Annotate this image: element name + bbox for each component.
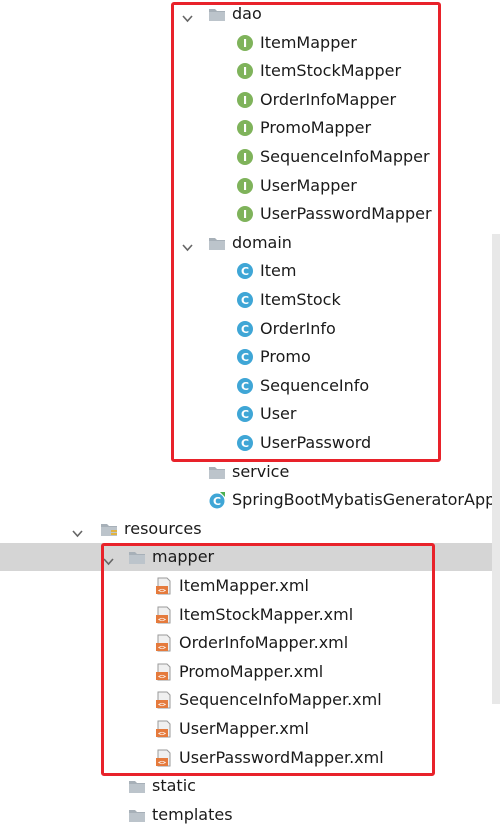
spring-boot-class-icon: C (208, 491, 226, 509)
tree-item-label: static (152, 776, 196, 796)
folder-icon (128, 779, 146, 794)
tree-item-static[interactable]: static (0, 772, 500, 800)
svg-text:C: C (213, 495, 221, 508)
tree-item-resources[interactable]: resources (0, 515, 500, 543)
folder-icon (128, 808, 146, 823)
tree-item-label: service (232, 461, 290, 481)
scrollbar[interactable] (492, 234, 500, 704)
tree-item-label: resources (124, 518, 202, 538)
tree-item-label: templates (152, 804, 233, 824)
folder-icon (208, 465, 226, 480)
tree-item-templates[interactable]: templates (0, 801, 500, 829)
tree-item-label: SpringBootMybatisGeneratorApp (232, 490, 496, 510)
highlight-box-dao-domain (171, 2, 441, 462)
chevron-down-icon[interactable] (72, 524, 83, 537)
highlight-box-mapper (101, 543, 435, 776)
resources-folder-icon (100, 522, 118, 537)
tree-item-app-class[interactable]: C SpringBootMybatisGeneratorApp (0, 486, 500, 514)
